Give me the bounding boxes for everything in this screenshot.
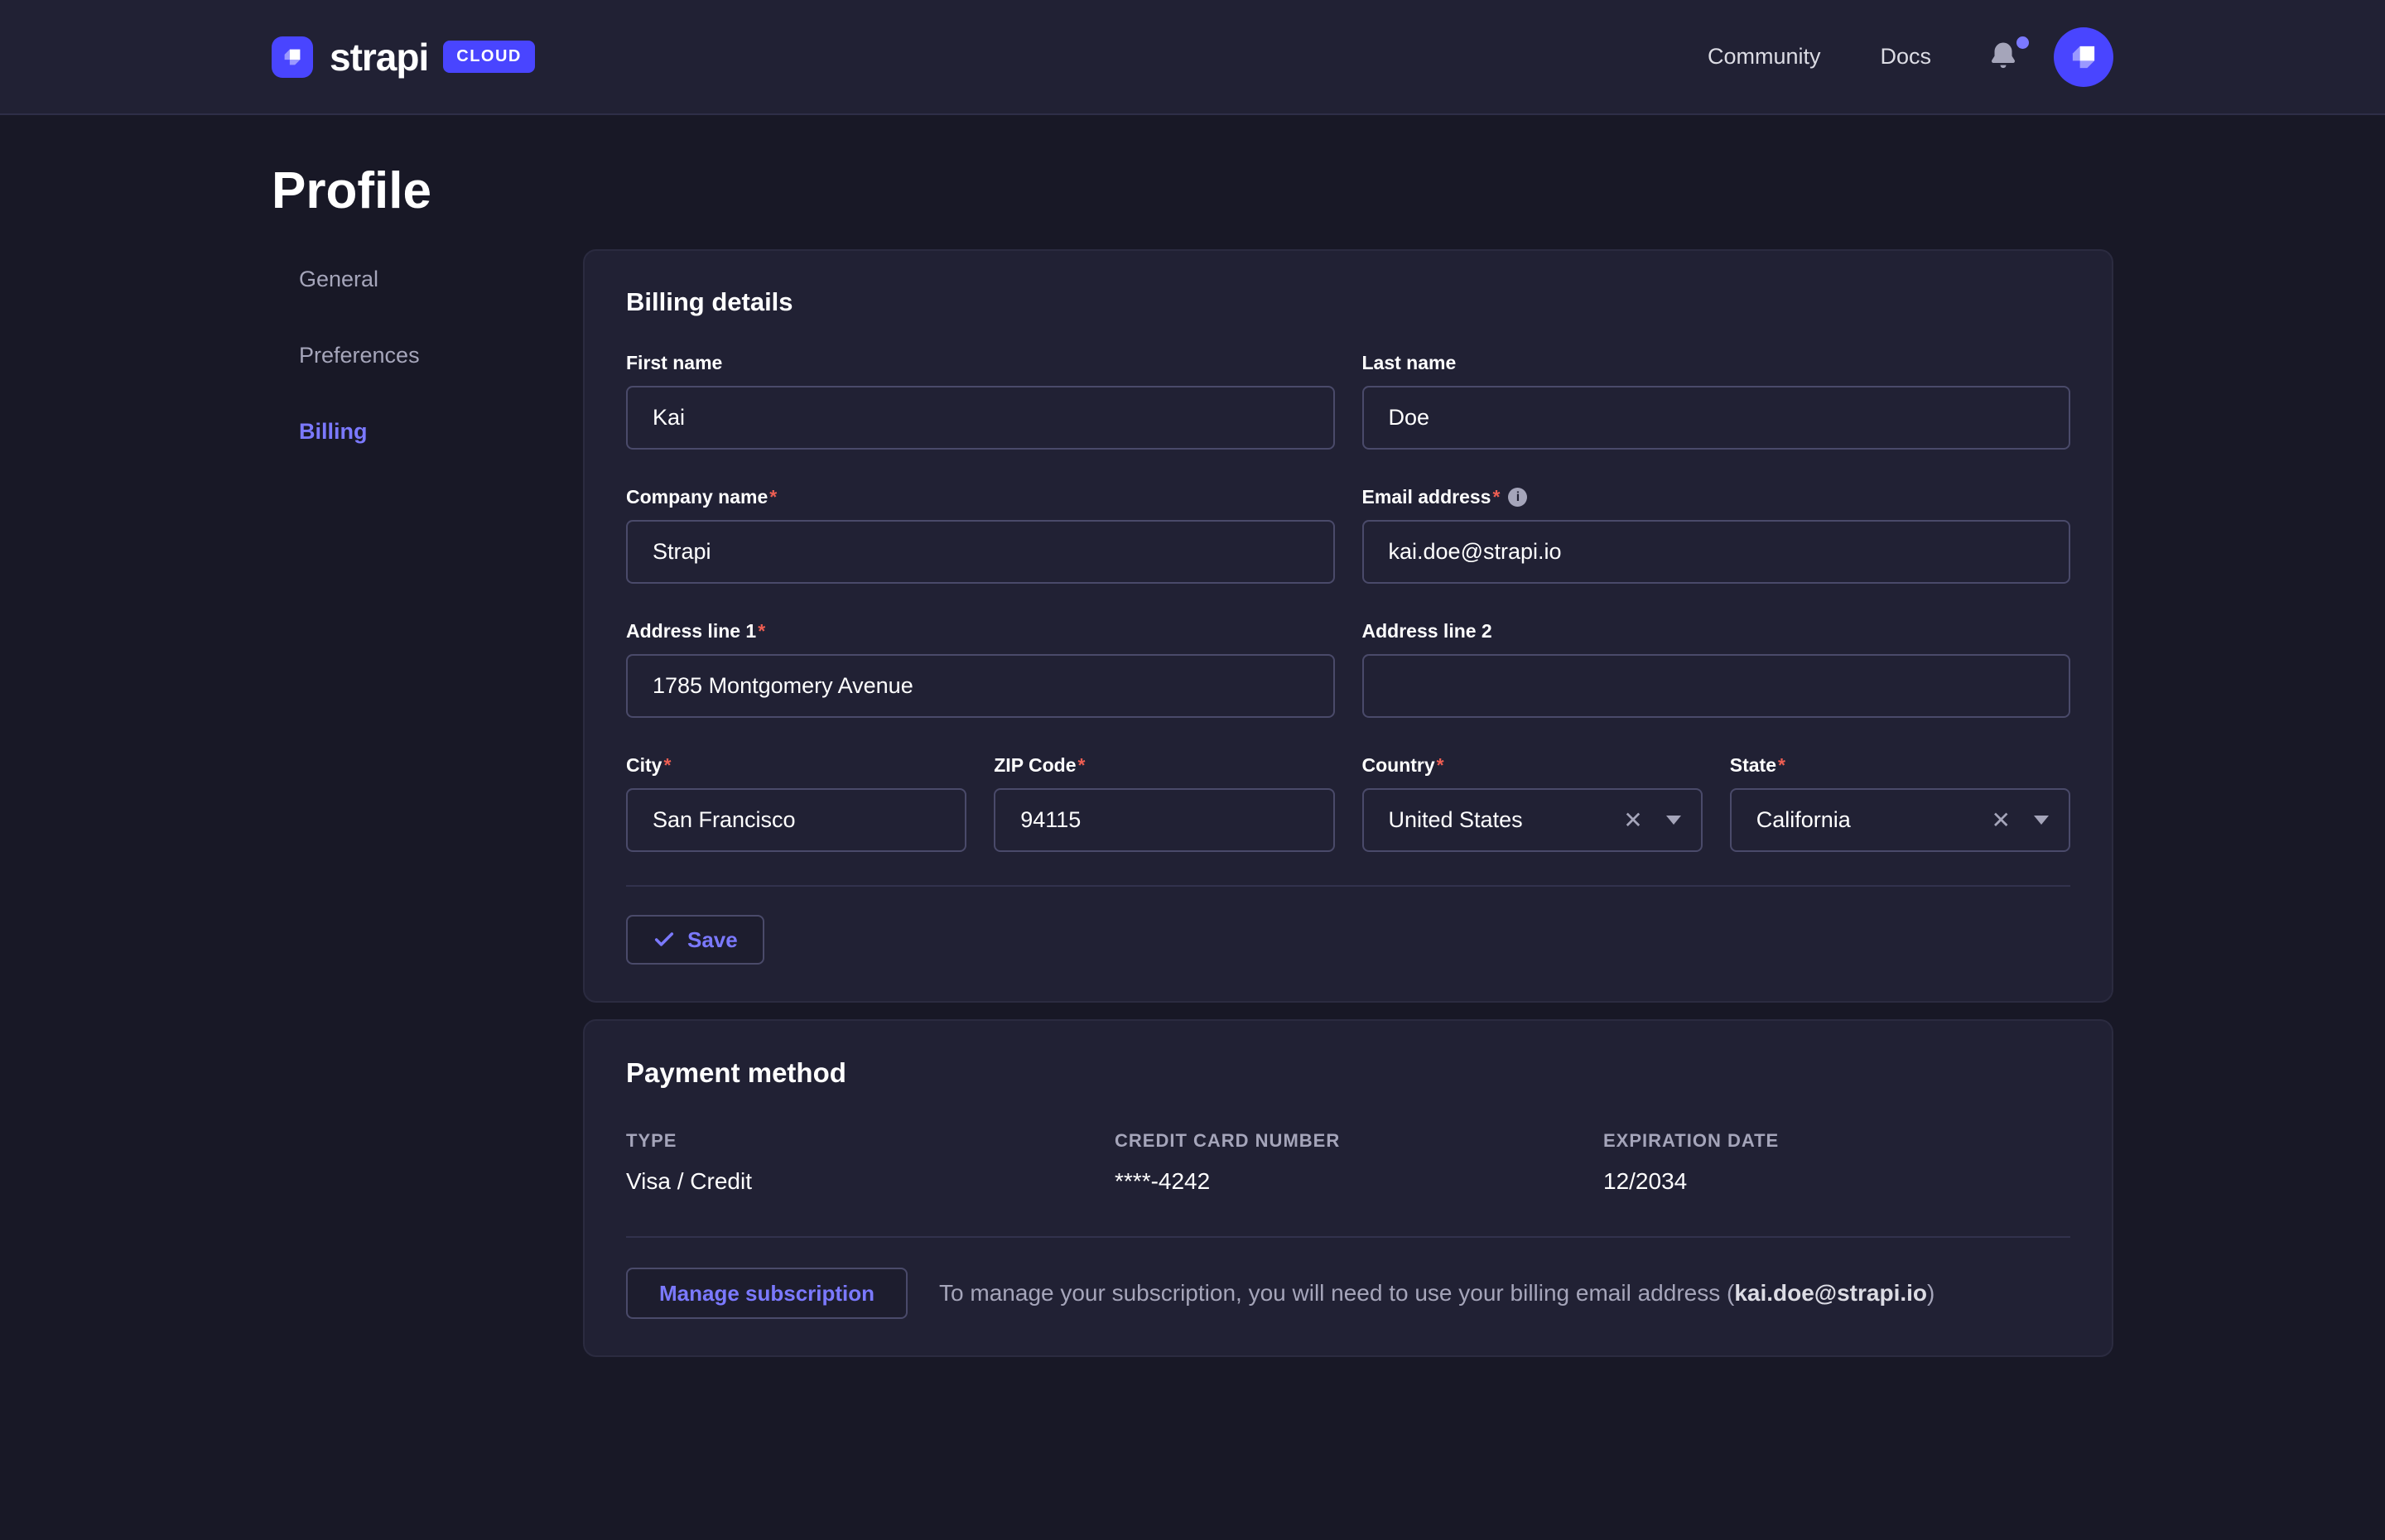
expiration-value: 12/2034 (1603, 1168, 2070, 1195)
clear-icon[interactable]: ✕ (1623, 809, 1642, 832)
payment-type-label: TYPE (626, 1130, 1115, 1152)
cloud-badge: CLOUD (443, 41, 535, 73)
strapi-logo[interactable]: strapi CLOUD (272, 35, 535, 79)
email-label: Email address* i (1362, 486, 2071, 508)
strapi-logo-icon (272, 36, 313, 78)
payment-type-value: Visa / Credit (626, 1168, 1115, 1195)
zip-input[interactable]: 94115 (994, 788, 1334, 852)
user-avatar[interactable] (2054, 27, 2113, 87)
country-label: Country* (1362, 754, 1703, 777)
billing-email: kai.doe@strapi.io (1734, 1280, 1927, 1306)
last-name-input[interactable]: Doe (1362, 386, 2071, 450)
address1-label: Address line 1* (626, 620, 1335, 642)
card-number-column: CREDIT CARD NUMBER ****-4242 (1115, 1130, 1603, 1195)
required-asterisk: * (1778, 754, 1785, 777)
required-asterisk: * (1078, 754, 1086, 777)
payment-method-card: Payment method TYPE Visa / Credit CREDIT… (583, 1019, 2113, 1357)
address2-label: Address line 2 (1362, 620, 2071, 642)
top-navigation-bar: strapi CLOUD Community Docs (0, 0, 2385, 115)
profile-sidebar: General Preferences Billing (272, 249, 583, 493)
state-label: State* (1730, 754, 2070, 777)
city-input[interactable]: San Francisco (626, 788, 966, 852)
billing-details-card: Billing details First name Kai Last name (583, 249, 2113, 1003)
billing-details-title: Billing details (626, 287, 2070, 317)
city-field-group: City* San Francisco (626, 754, 966, 852)
address1-input[interactable]: 1785 Montgomery Avenue (626, 654, 1335, 718)
card-number-label: CREDIT CARD NUMBER (1115, 1130, 1603, 1152)
company-name-input[interactable]: Strapi (626, 520, 1335, 584)
bell-icon (1986, 40, 2021, 75)
chevron-down-icon (1666, 816, 1681, 825)
card-number-value: ****-4242 (1115, 1168, 1603, 1195)
subscription-note: To manage your subscription, you will ne… (939, 1280, 1934, 1307)
zip-label: ZIP Code* (994, 754, 1334, 777)
country-field-group: Country* United States ✕ (1362, 754, 1703, 852)
card-divider (626, 885, 2070, 887)
payment-info-grid: TYPE Visa / Credit CREDIT CARD NUMBER **… (626, 1130, 2070, 1195)
notifications-button[interactable] (1986, 40, 2021, 75)
clear-icon[interactable]: ✕ (1992, 809, 2011, 832)
check-icon (653, 928, 676, 951)
chevron-down-icon (2034, 816, 2049, 825)
address1-field-group: Address line 1* 1785 Montgomery Avenue (626, 620, 1335, 718)
nav-link-community[interactable]: Community (1708, 44, 1821, 70)
page-title: Profile (272, 163, 2113, 219)
expiration-label: EXPIRATION DATE (1603, 1130, 2070, 1152)
address2-input[interactable] (1362, 654, 2071, 718)
required-asterisk: * (769, 486, 777, 508)
required-asterisk: * (758, 620, 765, 642)
email-input[interactable]: kai.doe@strapi.io (1362, 520, 2071, 584)
sidebar-item-general[interactable]: General (299, 264, 583, 294)
card-divider (626, 1236, 2070, 1238)
manage-subscription-button[interactable]: Manage subscription (626, 1268, 908, 1319)
payment-type-column: TYPE Visa / Credit (626, 1130, 1115, 1195)
company-name-field-group: Company name* Strapi (626, 486, 1335, 584)
payment-method-title: Payment method (626, 1057, 2070, 1089)
sidebar-item-billing[interactable]: Billing (299, 416, 583, 446)
main-content: Profile General Preferences Billing Bill… (0, 163, 2385, 1357)
last-name-field-group: Last name Doe (1362, 352, 2071, 450)
email-field-group: Email address* i kai.doe@strapi.io (1362, 486, 2071, 584)
notification-dot-icon (2016, 36, 2029, 49)
city-label: City* (626, 754, 966, 777)
nav-link-docs[interactable]: Docs (1880, 44, 1931, 70)
address2-field-group: Address line 2 (1362, 620, 2071, 718)
first-name-label: First name (626, 352, 1335, 374)
first-name-field-group: First name Kai (626, 352, 1335, 450)
first-name-input[interactable]: Kai (626, 386, 1335, 450)
country-select[interactable]: United States ✕ (1362, 788, 1703, 852)
required-asterisk: * (1437, 754, 1444, 777)
expiration-column: EXPIRATION DATE 12/2034 (1603, 1130, 2070, 1195)
state-select[interactable]: California ✕ (1730, 788, 2070, 852)
required-asterisk: * (663, 754, 671, 777)
last-name-label: Last name (1362, 352, 2071, 374)
sidebar-item-preferences[interactable]: Preferences (299, 340, 583, 370)
save-button[interactable]: Save (626, 915, 764, 965)
company-name-label: Company name* (626, 486, 1335, 508)
state-field-group: State* California ✕ (1730, 754, 2070, 852)
required-asterisk: * (1492, 486, 1500, 508)
brand-name: strapi (330, 35, 428, 79)
zip-field-group: ZIP Code* 94115 (994, 754, 1334, 852)
info-icon[interactable]: i (1508, 488, 1527, 507)
header-links: Community Docs (1708, 27, 2113, 87)
avatar-strapi-icon (2066, 40, 2101, 75)
